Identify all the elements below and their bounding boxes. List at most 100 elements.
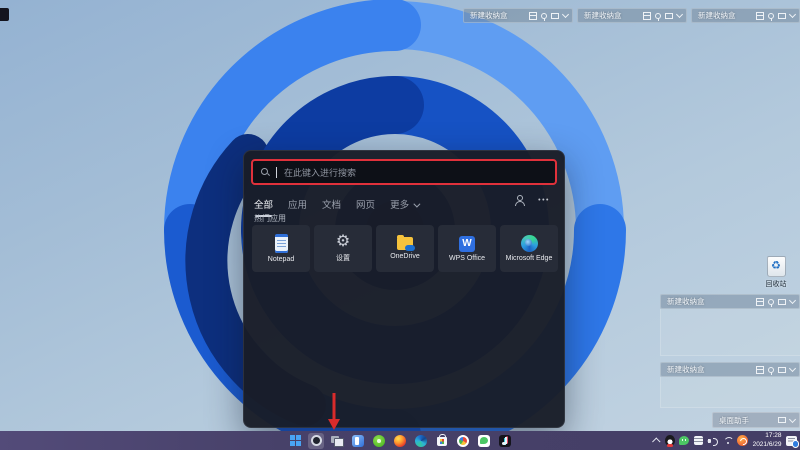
storage-box-titlebar[interactable]: 新建收纳盒 bbox=[660, 294, 800, 309]
firefox-button[interactable] bbox=[392, 433, 408, 449]
search-input[interactable]: 在此键入进行搜索 bbox=[251, 159, 557, 185]
pin-icon[interactable] bbox=[768, 299, 774, 305]
storage-box-content bbox=[660, 309, 800, 356]
top-apps-section-title: 热门应用 bbox=[254, 213, 286, 224]
edge-icon bbox=[521, 235, 538, 252]
storage-box-titlebar[interactable]: 新建收纳盒 bbox=[660, 362, 800, 377]
start-button[interactable] bbox=[287, 433, 303, 449]
network-icon[interactable] bbox=[723, 436, 733, 445]
qq-icon[interactable] bbox=[665, 435, 675, 446]
notepad-icon bbox=[275, 234, 288, 253]
edge-icon bbox=[415, 435, 427, 447]
wechat-icon bbox=[478, 435, 490, 447]
app-tile-onedrive[interactable]: OneDrive bbox=[376, 225, 434, 272]
storage-box-title: 新建收纳盒 bbox=[667, 364, 756, 375]
pin-icon[interactable] bbox=[768, 13, 774, 19]
tab-all[interactable]: 全部 bbox=[254, 197, 273, 211]
recycle-bin[interactable]: ♻ 回收站 bbox=[756, 256, 796, 289]
chevron-down-icon[interactable] bbox=[789, 365, 796, 372]
chevron-up-icon[interactable] bbox=[652, 437, 660, 445]
desktop-assistant-bar[interactable]: 桌面助手 bbox=[712, 412, 800, 428]
chevron-down-icon[interactable] bbox=[562, 11, 569, 18]
app-tile-notepad[interactable]: Notepad bbox=[252, 225, 310, 272]
task-view-icon bbox=[331, 436, 343, 446]
search-button[interactable] bbox=[308, 433, 324, 449]
recycle-icon: ♻ bbox=[767, 256, 786, 277]
storage-box-title: 新建收纳盒 bbox=[470, 10, 529, 21]
onedrive-icon bbox=[397, 237, 413, 250]
360-icon[interactable] bbox=[737, 435, 748, 446]
search-icon bbox=[311, 435, 322, 446]
settings-gear-icon: ⚙ bbox=[336, 234, 350, 250]
search-flyout-panel: 在此键入进行搜索 全部 应用 文档 网页 更多 ••• 热门应用 Notepad… bbox=[243, 150, 565, 428]
action-center-icon[interactable] bbox=[786, 436, 797, 446]
storage-box-title: 新建收纳盒 bbox=[698, 10, 756, 21]
storage-box-title: 新建收纳盒 bbox=[584, 10, 643, 21]
partial-desktop-icon bbox=[0, 8, 9, 21]
wps-icon: W bbox=[459, 236, 475, 252]
wechat-icon[interactable] bbox=[679, 436, 689, 445]
tab-documents[interactable]: 文档 bbox=[322, 197, 341, 211]
tab-apps[interactable]: 应用 bbox=[288, 197, 307, 211]
storage-box-titlebar[interactable]: 新建收纳盒 bbox=[691, 8, 800, 23]
clock-time: 17:28 bbox=[753, 432, 782, 440]
list-icon[interactable] bbox=[756, 298, 764, 306]
recycle-bin-label: 回收站 bbox=[756, 279, 796, 289]
storage-box-title: 新建收纳盒 bbox=[667, 296, 756, 307]
chevron-down-icon bbox=[413, 201, 420, 208]
green-app-icon bbox=[373, 435, 385, 447]
chevron-down-icon[interactable] bbox=[789, 297, 796, 304]
volume-icon[interactable] bbox=[707, 436, 718, 446]
task-view-button[interactable] bbox=[329, 433, 345, 449]
chevron-down-icon[interactable] bbox=[676, 11, 683, 18]
edge-button[interactable] bbox=[413, 433, 429, 449]
storage-box-titlebar[interactable]: 新建收纳盒 bbox=[577, 8, 687, 23]
search-filter-tabs: 全部 应用 文档 网页 更多 bbox=[254, 197, 418, 211]
chevron-down-icon[interactable] bbox=[789, 415, 796, 422]
storage-box-titlebar[interactable]: 新建收纳盒 bbox=[463, 8, 573, 23]
chevron-down-icon[interactable] bbox=[789, 11, 796, 18]
account-icon[interactable] bbox=[514, 195, 525, 206]
search-icon bbox=[261, 168, 269, 176]
app-tile-wps[interactable]: W WPS Office bbox=[438, 225, 496, 272]
desktop-assistant-title: 桌面助手 bbox=[719, 415, 778, 426]
minimize-icon[interactable] bbox=[665, 13, 673, 19]
widgets-button[interactable] bbox=[350, 433, 366, 449]
pin-icon[interactable] bbox=[768, 367, 774, 373]
firefox-icon bbox=[394, 435, 406, 447]
minimize-icon[interactable] bbox=[778, 13, 786, 19]
minimize-icon[interactable] bbox=[778, 299, 786, 305]
minimize-icon[interactable] bbox=[778, 417, 786, 423]
list-icon[interactable] bbox=[643, 12, 651, 20]
tab-web[interactable]: 网页 bbox=[356, 197, 375, 211]
top-apps-row: Notepad ⚙ 设置 OneDrive W WPS Office Micro… bbox=[252, 225, 558, 272]
list-icon[interactable] bbox=[529, 12, 537, 20]
clock-date: 2021/6/29 bbox=[753, 441, 782, 449]
list-icon[interactable] bbox=[756, 366, 764, 374]
app-tile-settings[interactable]: ⚙ 设置 bbox=[314, 225, 372, 272]
system-tray: 17:28 2021/6/29 bbox=[654, 431, 797, 450]
douyin-icon bbox=[499, 435, 511, 447]
minimize-icon[interactable] bbox=[551, 13, 559, 19]
ime-icon[interactable] bbox=[694, 436, 703, 445]
storage-box-content bbox=[660, 377, 800, 408]
windows-logo-icon bbox=[290, 435, 301, 446]
pin-icon[interactable] bbox=[541, 13, 547, 19]
minimize-icon[interactable] bbox=[778, 367, 786, 373]
pin-icon[interactable] bbox=[655, 13, 661, 19]
ellipsis-icon[interactable]: ••• bbox=[538, 197, 550, 204]
store-button[interactable] bbox=[434, 433, 450, 449]
widgets-icon bbox=[352, 435, 364, 447]
microsoft-store-icon bbox=[437, 437, 447, 446]
taskbar: 17:28 2021/6/29 bbox=[0, 431, 800, 450]
wechat-button[interactable] bbox=[476, 433, 492, 449]
green-app-button[interactable] bbox=[371, 433, 387, 449]
tab-more[interactable]: 更多 bbox=[390, 197, 418, 211]
text-caret bbox=[276, 167, 277, 178]
list-icon[interactable] bbox=[756, 12, 764, 20]
media-app-button[interactable] bbox=[455, 433, 471, 449]
search-placeholder: 在此键入进行搜索 bbox=[284, 166, 356, 179]
app-tile-edge[interactable]: Microsoft Edge bbox=[500, 225, 558, 272]
clock[interactable]: 17:28 2021/6/29 bbox=[753, 432, 782, 448]
douyin-button[interactable] bbox=[497, 433, 513, 449]
